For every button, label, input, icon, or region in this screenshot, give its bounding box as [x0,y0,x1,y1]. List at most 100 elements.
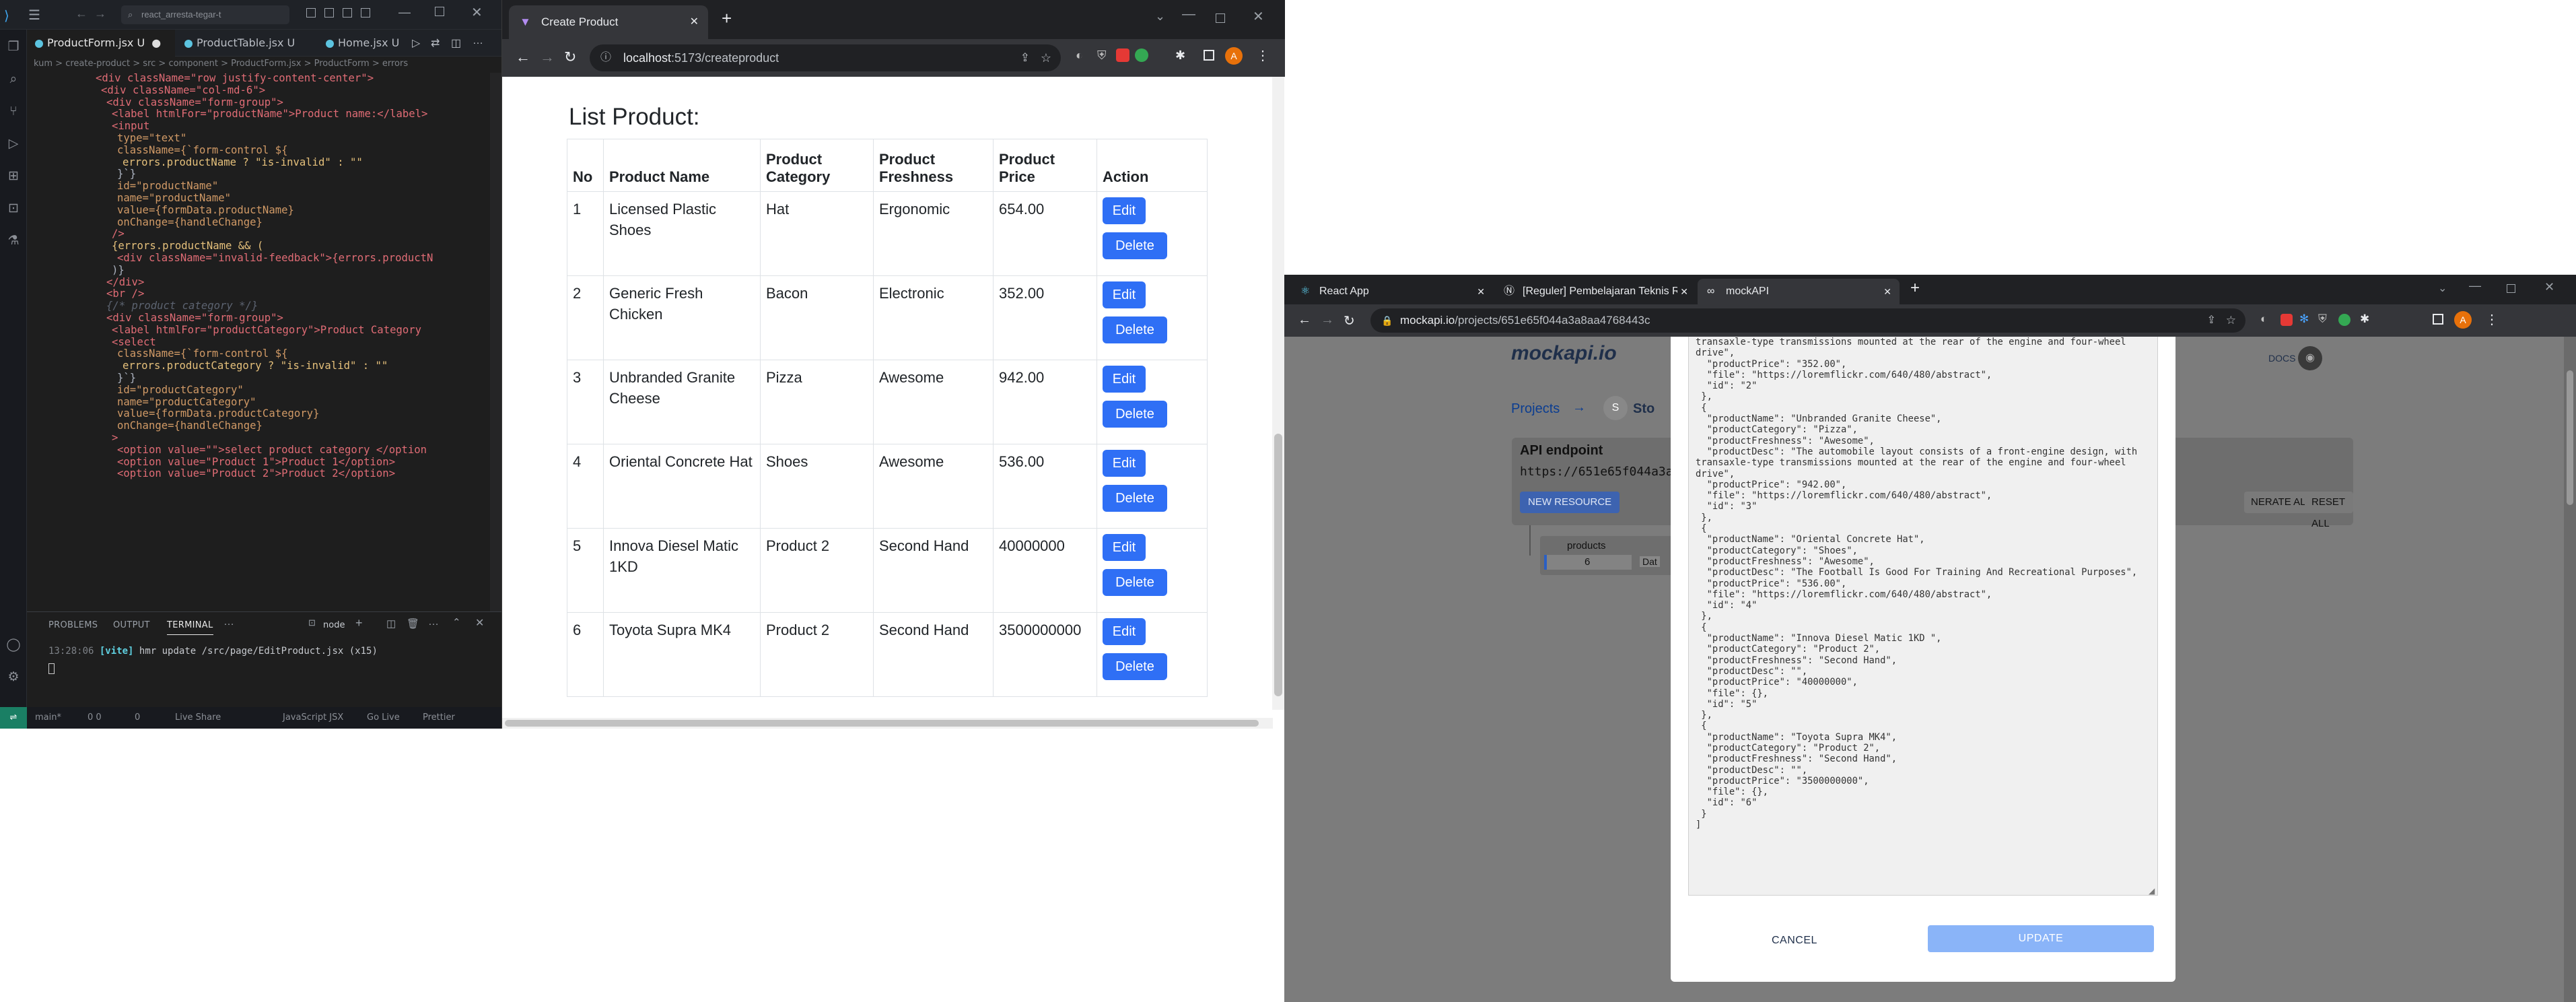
run-debug-icon[interactable]: ▷ [5,136,22,152]
new-tab-icon[interactable]: + [722,8,732,29]
forward-icon[interactable]: → [1321,312,1334,328]
source-control-icon[interactable]: ⑂ [5,104,22,120]
command-search[interactable]: ⌕ react_arresta-tegar-t [121,5,289,24]
settings-gear-icon[interactable]: ⚙ [5,669,22,686]
close-tab-icon[interactable]: ✕ [690,5,699,39]
close-window-icon[interactable]: ✕ [1253,8,1264,25]
tab-output[interactable]: OUTPUT [113,620,150,630]
code-line[interactable]: <label htmlFor="productName">Product nam… [27,108,501,121]
back-icon[interactable]: ← [75,7,88,21]
code-line[interactable]: <option value="Product 2">Product 2</opt… [27,467,501,480]
code-line[interactable]: className={`form-control ${ [27,144,501,157]
resize-handle-icon[interactable]: ◢ [2149,886,2155,896]
address-bar[interactable]: ⓘ localhost:5173/createproduct ⇪ ☆ [590,44,1061,71]
scroll-thumb[interactable] [1274,434,1282,696]
edit-button[interactable]: Edit [1103,366,1146,393]
tab-home[interactable]: Home.jsx U [318,30,412,57]
extensions-icon[interactable]: ⊞ [5,168,22,185]
account-icon[interactable]: ◯ [5,637,22,653]
forward-icon[interactable]: → [540,48,555,66]
delete-button[interactable]: Delete [1103,401,1167,428]
reset-all-button[interactable]: RESET ALL [2305,492,2353,529]
status-go-live[interactable]: Go Live [367,707,400,729]
code-line[interactable]: <div className="invalid-feedback">{error… [27,252,501,265]
resource-card[interactable]: products 6 Dat [1540,536,1675,575]
code-line[interactable]: <div className="form-group"> [27,96,501,109]
close-tab-icon[interactable]: ✕ [1883,279,1891,304]
extension-icon-3[interactable]: ✻ [2299,312,2309,326]
delete-button[interactable]: Delete [1103,485,1167,512]
code-line[interactable]: </div> [27,276,501,289]
tab-terminal[interactable]: TERMINAL [167,620,213,635]
maximize-icon[interactable] [1216,13,1225,23]
page-scrollbar[interactable] [2564,337,2576,1002]
close-icon[interactable]: ✕ [471,4,483,21]
tab-producttable[interactable]: ProductTable.jsx U [176,30,316,57]
compare-icon[interactable]: ⇄ [431,36,440,50]
explorer-icon[interactable]: ❐ [5,39,22,55]
new-terminal-icon[interactable]: + [355,616,363,630]
code-line[interactable]: className={`form-control ${ [27,347,501,360]
code-line[interactable]: > [27,432,501,444]
site-info-icon[interactable]: ⓘ [600,44,611,71]
status-live-share[interactable]: Live Share [175,707,221,729]
layout-icon-2[interactable] [324,8,334,18]
code-line[interactable]: <label htmlFor="productCategory">Product… [27,324,501,337]
close-window-icon[interactable]: ✕ [2544,280,2554,294]
profile-avatar[interactable]: A [2454,311,2472,329]
code-line[interactable]: {/* product category */} [27,300,501,312]
search-icon[interactable]: ⌕ [5,71,22,88]
cancel-button[interactable]: CANCEL [1772,935,1817,947]
projects-link[interactable]: Projects [1511,401,1560,417]
tab-productform[interactable]: ProductForm.jsx U ● [27,30,175,57]
extension-icon-2[interactable]: ⛨ [1097,48,1107,63]
code-line[interactable]: <br /> [27,288,501,300]
extension-icon-4[interactable] [1135,48,1148,62]
code-line[interactable]: }`} [27,168,501,180]
layout-icon-3[interactable] [343,8,352,18]
code-line[interactable]: errors.productName ? "is-invalid" : "" [27,156,501,169]
code-line[interactable]: type="text" [27,132,501,145]
kebab-menu-icon[interactable]: ⋮ [1256,47,1269,64]
profile-avatar[interactable]: A [1225,47,1243,65]
new-tab-icon[interactable]: + [1910,279,1920,298]
status-ports[interactable]: 0 [135,707,140,729]
remote-icon[interactable]: ⊡ [5,201,22,217]
edit-button[interactable]: Edit [1103,618,1146,645]
code-line[interactable]: <select [27,336,501,349]
side-panel-icon[interactable] [2433,314,2443,325]
close-tab-icon[interactable]: ✕ [1477,279,1485,304]
run-icon[interactable]: ▷ [412,36,420,50]
docs-link[interactable]: DOCS [2268,353,2295,364]
more-icon[interactable]: … [428,616,439,628]
scroll-thumb[interactable] [2567,370,2573,505]
split-editor-icon[interactable]: ◫ [451,36,461,50]
extension-icon-1[interactable]: ◐ [2260,312,2267,326]
edit-button[interactable]: Edit [1103,450,1146,477]
tab-pembelajaran[interactable]: Ⓝ [Reguler] Pembelajaran Teknis R ✕ [1494,279,1696,304]
edit-button[interactable]: Edit [1103,534,1146,561]
minimize-icon[interactable]: — [1182,7,1195,22]
extensions-puzzle-icon[interactable]: ✱ [1175,48,1185,63]
edit-button[interactable]: Edit [1103,197,1146,224]
code-line[interactable]: onChange={handleChange} [27,216,501,229]
delete-button[interactable]: Delete [1103,653,1167,680]
tab-search-icon[interactable]: ⌄ [2438,281,2447,295]
extension-icon-4[interactable]: ⛨ [2318,312,2327,326]
horizontal-scrollbar[interactable] [502,718,1273,729]
remote-indicator-icon[interactable]: ⇌ [0,707,27,729]
edit-button[interactable]: Edit [1103,281,1146,308]
more-icon[interactable]: … [473,35,483,47]
share-icon[interactable]: ⇪ [2207,308,2216,333]
code-line[interactable]: <input [27,120,501,133]
bookmark-star-icon[interactable]: ☆ [2226,308,2236,333]
extension-icon-1[interactable]: ◐ [1076,48,1083,63]
vertical-scrollbar[interactable] [1272,77,1284,710]
maximize-icon[interactable] [2507,284,2515,293]
code-line[interactable]: value={formData.productCategory} [27,407,501,420]
status-branch[interactable]: main* [35,707,61,729]
api-endpoint-url[interactable]: https://651e65f044a3a8a [1520,465,1687,479]
reload-icon[interactable]: ↻ [564,48,576,66]
code-line[interactable]: <option value="Product 1">Product 1</opt… [27,456,501,469]
testing-icon[interactable]: ⚗ [5,233,22,249]
